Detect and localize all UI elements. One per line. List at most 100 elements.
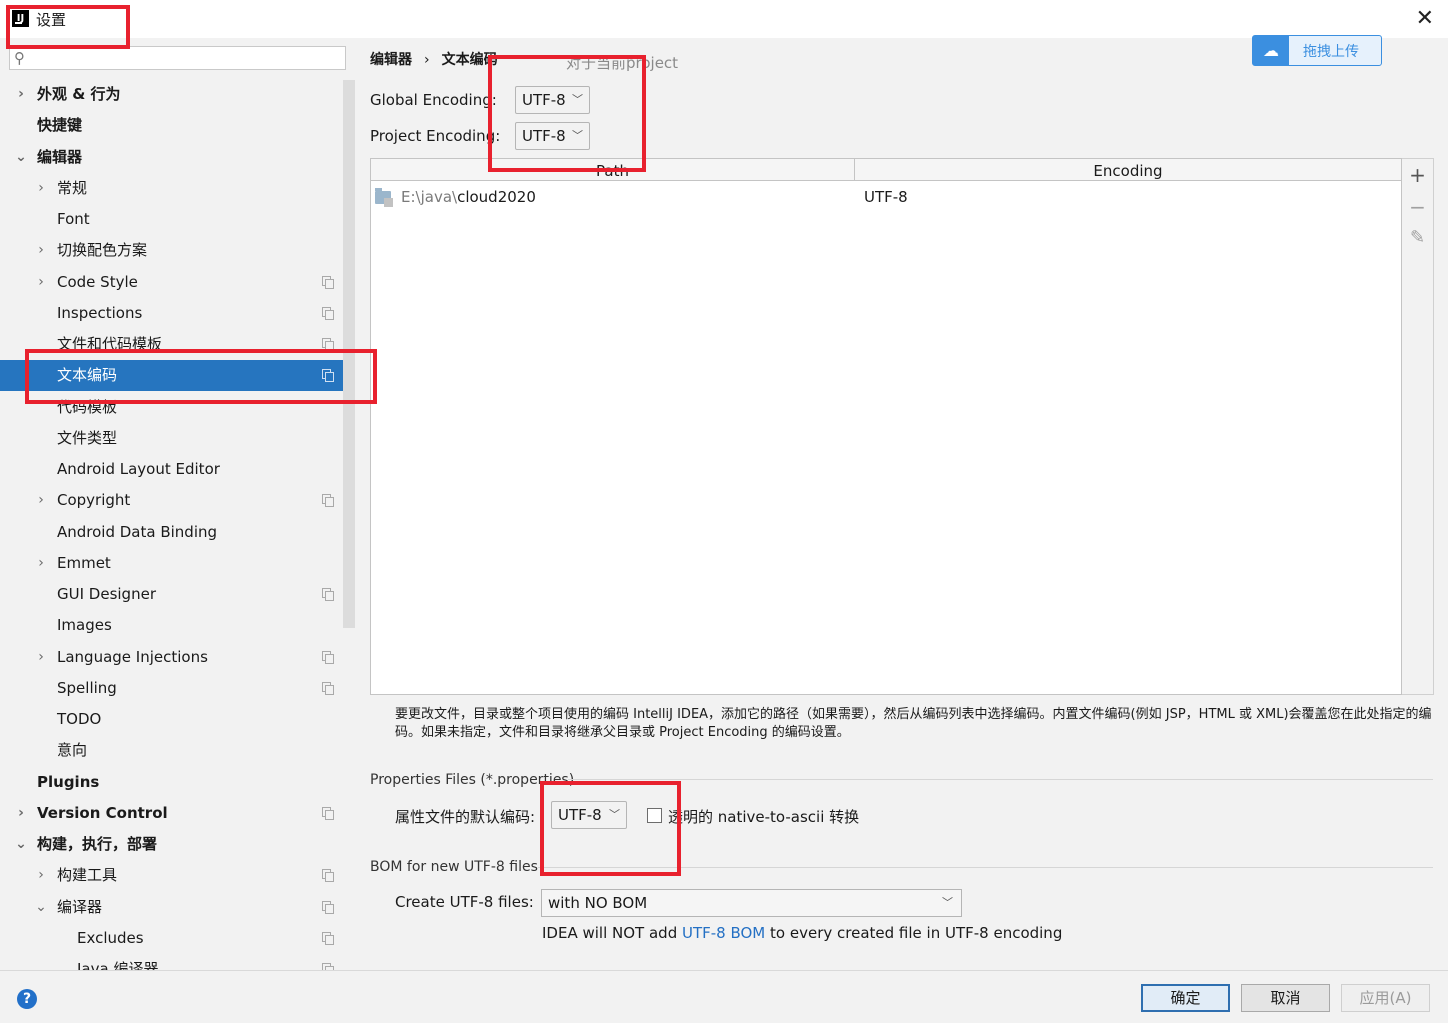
chevron-down-icon[interactable]: ⌄: [14, 142, 28, 173]
sidebar-item-label: TODO: [57, 710, 102, 728]
native-to-ascii-label[interactable]: 透明的 native-to-ascii 转换: [668, 806, 859, 827]
close-icon[interactable]: ✕: [1416, 6, 1434, 31]
column-header-encoding[interactable]: Encoding: [855, 159, 1401, 181]
chevron-right-icon[interactable]: ›: [14, 798, 28, 829]
sidebar-item[interactable]: › 外观 & 行为: [0, 79, 343, 110]
sidebar-item[interactable]: 文件类型: [0, 423, 343, 454]
native-to-ascii-checkbox[interactable]: [647, 808, 662, 823]
sidebar-item[interactable]: › 切换配色方案: [0, 235, 343, 266]
remove-icon[interactable]: −: [1402, 195, 1433, 219]
sidebar-item[interactable]: › Code Style: [0, 267, 343, 298]
cancel-button[interactable]: 取消: [1241, 984, 1330, 1012]
bom-label: Create UTF-8 files:: [395, 893, 534, 911]
chevron-right-icon[interactable]: ›: [34, 173, 48, 204]
sidebar-item-label: Android Layout Editor: [57, 460, 220, 478]
chevron-down-icon: ﹀: [609, 808, 620, 821]
title-bar: IJ 设置 ✕: [0, 0, 1448, 38]
sidebar-item-label: 文件类型: [57, 428, 118, 447]
sidebar-item[interactable]: › 常规: [0, 173, 343, 204]
baidu-cloud-icon: ☁: [1253, 36, 1289, 65]
sidebar-item[interactable]: TODO: [0, 704, 343, 735]
sidebar-item[interactable]: ⌄ 构建，执行，部署: [0, 829, 343, 860]
project-scope-icon: [322, 494, 334, 508]
sidebar-item[interactable]: Plugins: [0, 767, 343, 798]
sidebar-scrollbar[interactable]: [343, 80, 355, 628]
dialog-footer: ? 确定 取消 应用(A): [0, 970, 1448, 1023]
project-scope-icon: [322, 369, 334, 383]
breadcrumb: 编辑器 › 文本编码: [370, 49, 498, 69]
chevron-down-icon[interactable]: ⌄: [14, 829, 28, 860]
sidebar-item[interactable]: › 构建工具: [0, 860, 343, 891]
sidebar-item[interactable]: › Copyright: [0, 485, 343, 516]
project-scope-icon: [322, 338, 334, 351]
global-encoding-value: UTF-8: [522, 91, 566, 109]
project-scope-icon: [322, 869, 334, 883]
sidebar-item[interactable]: 文本编码: [0, 360, 343, 392]
bom-note: IDEA will NOT add UTF-8 BOM to every cre…: [542, 924, 1062, 942]
utf8-bom-link[interactable]: UTF-8 BOM: [682, 924, 765, 942]
sidebar-item-label: Language Injections: [57, 647, 208, 666]
sidebar-item-label: Android Data Binding: [57, 522, 218, 541]
sidebar-item[interactable]: Java 编译器: [0, 954, 343, 970]
sidebar-item[interactable]: Android Layout Editor: [0, 454, 343, 485]
sidebar-item-label: Spelling: [57, 678, 117, 697]
column-header-path[interactable]: Path: [371, 159, 855, 181]
chevron-right-icon[interactable]: ›: [34, 860, 48, 891]
sidebar-item[interactable]: 文件和代码模板: [0, 329, 343, 360]
global-encoding-select[interactable]: UTF-8 ﹀: [515, 86, 590, 114]
chevron-down-icon: ﹀: [572, 129, 583, 142]
project-scope-icon: [322, 275, 334, 289]
sidebar-item-label: Copyright: [57, 491, 131, 510]
chevron-right-icon[interactable]: ›: [34, 485, 48, 516]
sidebar-item[interactable]: › Language Injections: [0, 642, 343, 673]
sidebar-item-label: 外观 & 行为: [37, 85, 121, 103]
sidebar-item-label: 意向: [57, 741, 88, 760]
sidebar-item[interactable]: Excludes: [0, 923, 343, 954]
section-divider: [568, 779, 1433, 780]
project-encoding-select[interactable]: UTF-8 ﹀: [515, 122, 590, 150]
chevron-right-icon[interactable]: ›: [14, 79, 28, 110]
edit-icon[interactable]: ✎: [1402, 227, 1433, 248]
properties-encoding-select[interactable]: UTF-8 ﹀: [551, 801, 627, 829]
sidebar-item-label: GUI Designer: [57, 585, 156, 603]
sidebar-item-label: Images: [57, 616, 112, 635]
sidebar-item[interactable]: Font: [0, 204, 343, 235]
row-encoding: UTF-8: [864, 188, 908, 206]
sidebar-item[interactable]: Spelling: [0, 673, 343, 704]
breadcrumb-parent: 编辑器: [370, 52, 412, 68]
sidebar-item[interactable]: ⌄ 编辑器: [0, 142, 343, 173]
chevron-right-icon[interactable]: ›: [34, 235, 48, 266]
sidebar-item[interactable]: 意向: [0, 735, 343, 766]
upload-button[interactable]: ☁ 拖拽上传: [1252, 35, 1382, 66]
properties-encoding-value: UTF-8: [558, 806, 602, 824]
project-scope-icon: [322, 650, 334, 664]
sidebar-item-label: Emmet: [57, 553, 111, 572]
add-icon[interactable]: +: [1402, 163, 1433, 187]
table-row[interactable]: E:\java\cloud2020 UTF-8: [371, 183, 1401, 211]
sidebar-item[interactable]: ⌄ 编译器: [0, 892, 343, 923]
sidebar-item[interactable]: Inspections: [0, 298, 343, 329]
chevron-right-icon[interactable]: ›: [34, 548, 48, 579]
sidebar-item[interactable]: › Emmet: [0, 548, 343, 579]
sidebar-item-label: Java 编译器: [77, 960, 159, 970]
intellij-idea-icon: IJ: [12, 10, 29, 27]
chevron-right-icon[interactable]: ›: [34, 642, 48, 673]
sidebar-item-label: Excludes: [77, 928, 144, 947]
sidebar-item[interactable]: 代码模板: [0, 392, 343, 423]
project-scope-icon: [322, 306, 334, 320]
sidebar-item[interactable]: Images: [0, 610, 343, 641]
chevron-down-icon[interactable]: ⌄: [34, 892, 48, 923]
search-input[interactable]: ⚲: [9, 46, 346, 70]
help-icon[interactable]: ?: [17, 989, 37, 1009]
sidebar-item[interactable]: Android Data Binding: [0, 517, 343, 548]
sidebar-item[interactable]: › Version Control: [0, 798, 343, 829]
apply-button[interactable]: 应用(A): [1341, 984, 1430, 1012]
sidebar-item[interactable]: GUI Designer: [0, 579, 343, 610]
project-scope-icon: [322, 931, 334, 945]
bom-select[interactable]: with NO BOM ﹀: [541, 889, 962, 917]
sidebar-item-label: 构建，执行，部署: [37, 835, 158, 853]
row-path-name: cloud2020: [457, 188, 536, 206]
ok-button[interactable]: 确定: [1141, 984, 1230, 1012]
sidebar-item[interactable]: 快捷键: [0, 110, 343, 141]
chevron-right-icon[interactable]: ›: [34, 267, 48, 298]
